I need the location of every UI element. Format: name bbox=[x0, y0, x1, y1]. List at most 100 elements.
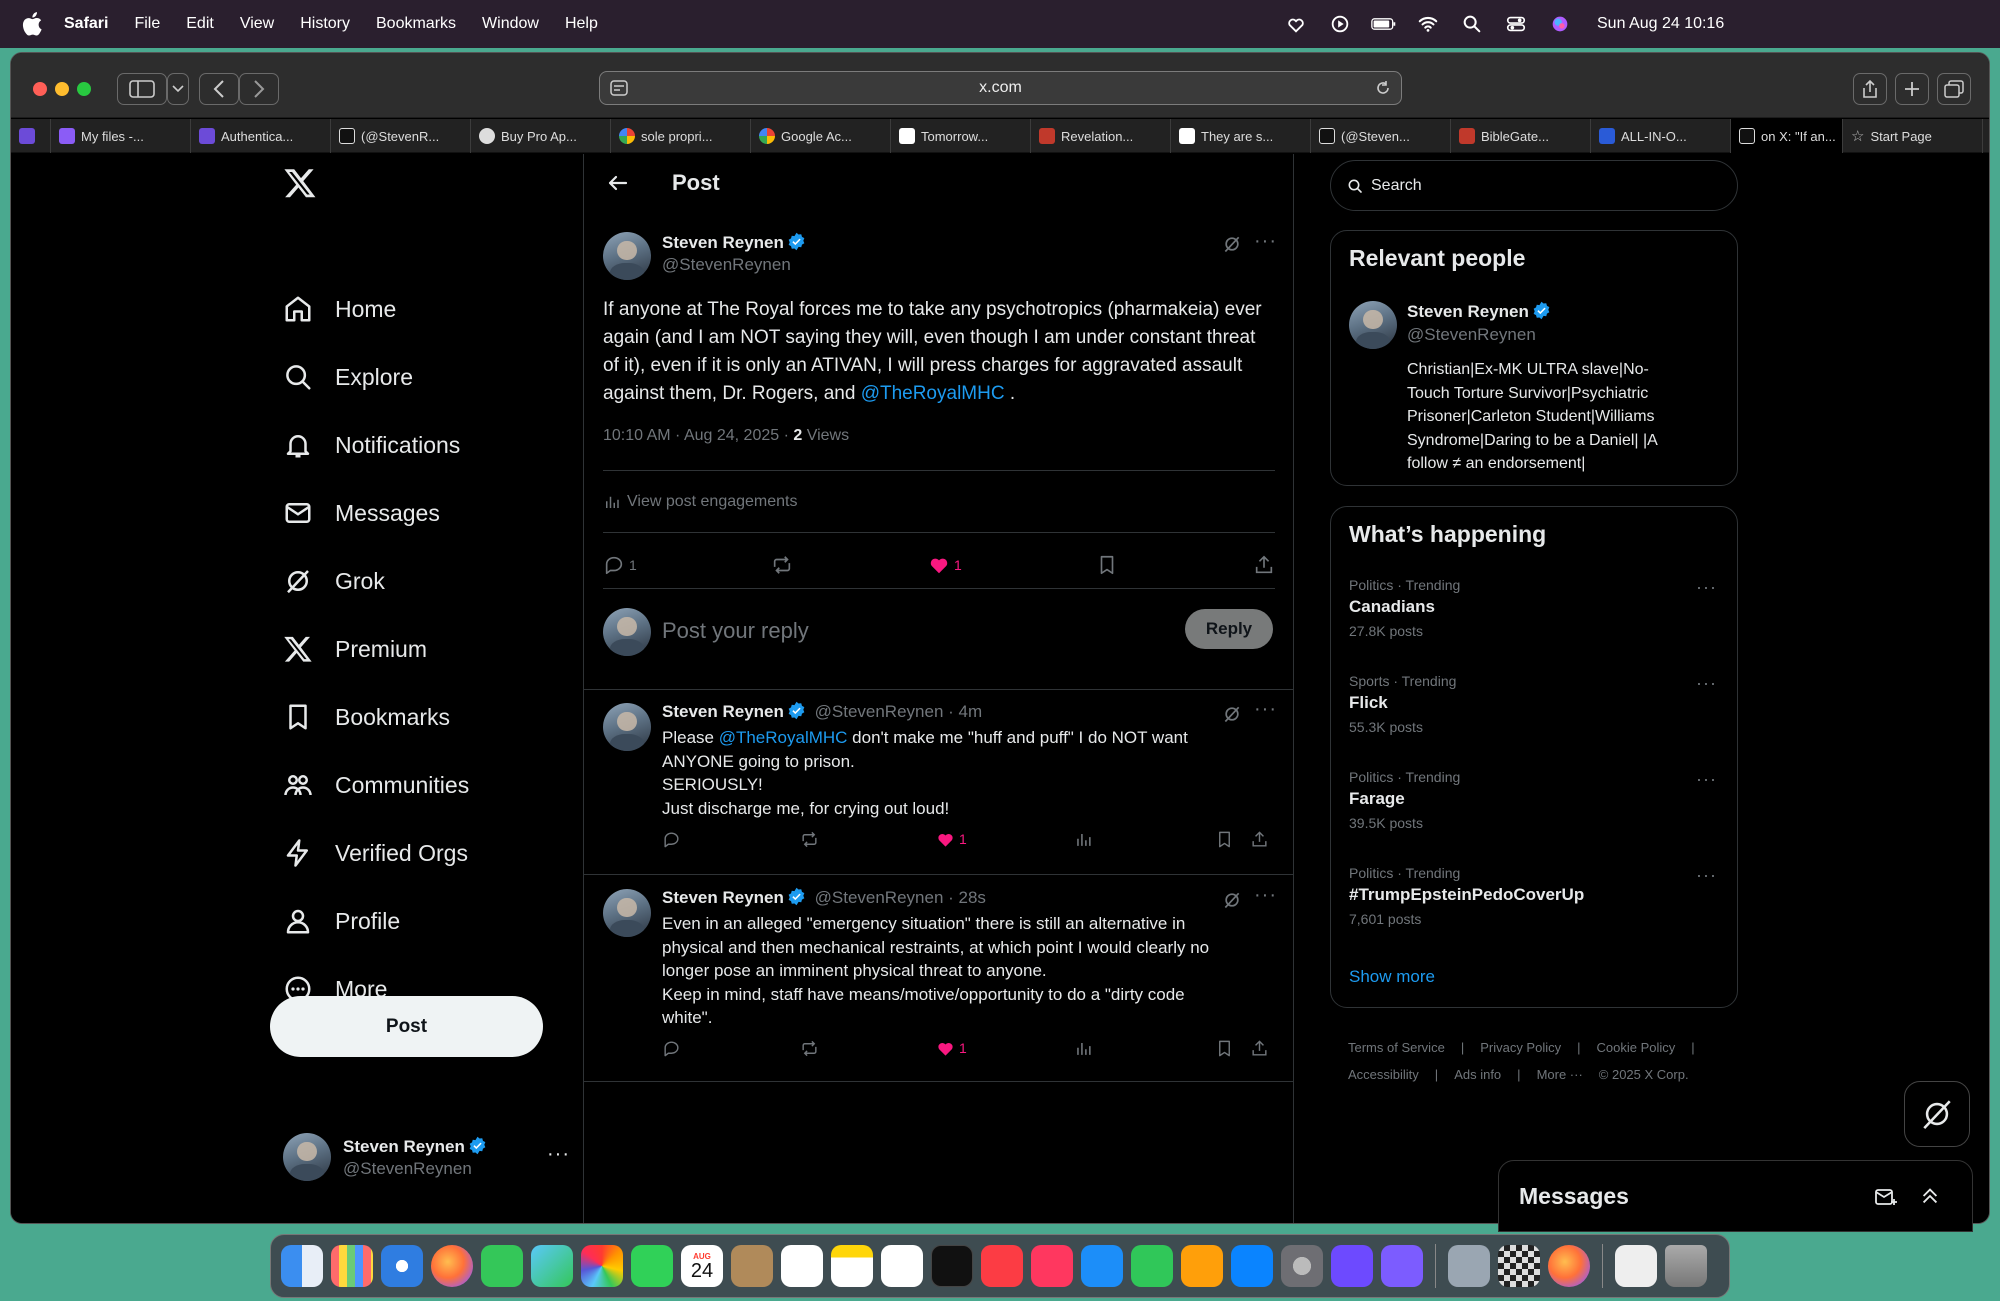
tab-current-post[interactable]: on X: "If an... bbox=[1731, 119, 1843, 153]
nav-profile[interactable]: Profile bbox=[283, 895, 400, 947]
sidebar-toggle-button[interactable] bbox=[117, 73, 167, 105]
footer-link[interactable]: Cookie Policy bbox=[1597, 1040, 1676, 1055]
new-message-icon[interactable] bbox=[1874, 1185, 1898, 1209]
repost-button[interactable] bbox=[771, 554, 793, 576]
music-app-icon[interactable] bbox=[981, 1245, 1023, 1287]
wifi-icon[interactable] bbox=[1415, 13, 1441, 35]
tab-sole-proprietor[interactable]: sole propri... bbox=[611, 119, 751, 153]
post-more-icon[interactable]: ··· bbox=[1254, 230, 1277, 253]
mention-link[interactable]: @TheRoyalMHC bbox=[861, 383, 1005, 404]
nav-grok[interactable]: Grok bbox=[283, 555, 385, 607]
trend-more-icon[interactable]: ··· bbox=[1696, 577, 1717, 598]
calendar-app-icon[interactable]: AUG 24 bbox=[681, 1245, 723, 1287]
keynote-app-icon[interactable] bbox=[1081, 1245, 1123, 1287]
menu-app-safari[interactable]: Safari bbox=[64, 15, 108, 33]
avatar[interactable] bbox=[1349, 301, 1397, 349]
close-window-button[interactable] bbox=[33, 82, 47, 96]
footer-link[interactable]: Privacy Policy bbox=[1480, 1040, 1561, 1055]
proton-vpn-app-icon[interactable] bbox=[1331, 1245, 1373, 1287]
numbers-app-icon[interactable] bbox=[1131, 1245, 1173, 1287]
notes-app-icon[interactable] bbox=[831, 1245, 873, 1287]
freeform-app-icon[interactable] bbox=[881, 1245, 923, 1287]
tab-group-dropdown[interactable] bbox=[167, 73, 189, 105]
finder-app-icon[interactable] bbox=[281, 1245, 323, 1287]
tab-x-profile[interactable]: (@StevenR... bbox=[331, 119, 471, 153]
repost-button[interactable] bbox=[800, 830, 819, 849]
reload-icon[interactable] bbox=[1375, 80, 1391, 96]
trend-item[interactable]: Politics · Trending Farage 39.5K posts ·… bbox=[1349, 769, 1721, 831]
grok-floating-button[interactable] bbox=[1904, 1081, 1970, 1147]
tab-pinned[interactable] bbox=[11, 119, 51, 153]
maps-app-icon[interactable] bbox=[531, 1245, 573, 1287]
grok-icon[interactable] bbox=[1222, 890, 1242, 910]
reply-input[interactable]: Post your reply bbox=[662, 618, 809, 644]
reply-button[interactable]: 1 bbox=[603, 554, 637, 576]
photos-app-icon[interactable] bbox=[581, 1245, 623, 1287]
messages-app-icon[interactable] bbox=[481, 1245, 523, 1287]
bookmark-button[interactable] bbox=[1215, 830, 1234, 849]
like-button[interactable]: 1 bbox=[936, 1039, 967, 1058]
repost-button[interactable] bbox=[800, 1039, 819, 1058]
play-circle-icon[interactable] bbox=[1327, 13, 1353, 35]
page-menu-icon[interactable] bbox=[610, 80, 628, 96]
like-button[interactable]: 1 bbox=[928, 554, 962, 576]
mention-link[interactable]: @TheRoyalMHC bbox=[719, 728, 848, 747]
reply-button[interactable] bbox=[662, 1039, 681, 1058]
avatar[interactable] bbox=[603, 232, 651, 280]
menu-edit[interactable]: Edit bbox=[186, 15, 214, 33]
tab-buy-pro[interactable]: Buy Pro Ap... bbox=[471, 119, 611, 153]
zoom-window-button[interactable] bbox=[77, 82, 91, 96]
footer-link[interactable]: Ads info bbox=[1454, 1067, 1501, 1082]
grok-icon[interactable] bbox=[1222, 704, 1242, 724]
views-button[interactable] bbox=[1074, 830, 1093, 849]
minimize-window-button[interactable] bbox=[55, 82, 69, 96]
menu-history[interactable]: History bbox=[300, 15, 350, 33]
trend-more-icon[interactable]: ··· bbox=[1696, 865, 1717, 886]
menu-clock[interactable]: Sun Aug 24 10:16 bbox=[1597, 15, 1724, 33]
tv-app-icon[interactable] bbox=[931, 1245, 973, 1287]
reply-author[interactable]: Steven Reynen @StevenReynen · 28s bbox=[662, 887, 986, 908]
back-button[interactable] bbox=[199, 73, 239, 105]
nav-communities[interactable]: Communities bbox=[283, 759, 469, 811]
share-button[interactable] bbox=[1853, 73, 1887, 105]
tab-revelation[interactable]: Revelation... bbox=[1031, 119, 1171, 153]
reply-button[interactable] bbox=[662, 830, 681, 849]
post-author[interactable]: Steven Reynen @StevenReynen bbox=[662, 232, 806, 275]
tab-they-are[interactable]: They are s... bbox=[1171, 119, 1311, 153]
reply-more-icon[interactable]: ··· bbox=[1254, 698, 1277, 721]
timestamp-text[interactable]: 10:10 AM · Aug 24, 2025 · bbox=[603, 427, 793, 444]
apple-icon[interactable] bbox=[18, 9, 48, 39]
avatar[interactable] bbox=[603, 703, 651, 751]
system-settings-app-icon[interactable] bbox=[1281, 1245, 1323, 1287]
control-center-icon[interactable] bbox=[1503, 13, 1529, 35]
trend-item[interactable]: Politics · Trending #TrumpEpsteinPedoCov… bbox=[1349, 865, 1721, 927]
nav-messages[interactable]: Messages bbox=[283, 487, 440, 539]
trend-more-icon[interactable]: ··· bbox=[1696, 769, 1717, 790]
x-logo-icon[interactable] bbox=[283, 166, 317, 200]
launchpad-app-icon[interactable] bbox=[331, 1245, 373, 1287]
app-store-app-icon[interactable] bbox=[1231, 1245, 1273, 1287]
show-more-link[interactable]: Show more bbox=[1349, 967, 1435, 987]
share-post-button[interactable] bbox=[1250, 1039, 1269, 1058]
new-tab-button[interactable] bbox=[1895, 73, 1929, 105]
vpn-heart-icon[interactable] bbox=[1283, 13, 1309, 35]
trend-item[interactable]: Sports · Trending Flick 55.3K posts ··· bbox=[1349, 673, 1721, 735]
tab-start-page[interactable]: ☆ Start Page bbox=[1843, 119, 1983, 153]
menu-bookmarks[interactable]: Bookmarks bbox=[376, 15, 456, 33]
nav-explore[interactable]: Explore bbox=[283, 351, 413, 403]
search-input[interactable]: Search bbox=[1330, 160, 1738, 211]
reply-button[interactable]: Reply bbox=[1185, 609, 1273, 649]
siri-icon[interactable] bbox=[1547, 13, 1573, 35]
menu-file[interactable]: File bbox=[134, 15, 160, 33]
reply-time[interactable]: · 28s bbox=[948, 888, 986, 907]
tab-x-steven[interactable]: (@Steven... bbox=[1311, 119, 1451, 153]
footer-link[interactable]: Terms of Service bbox=[1348, 1040, 1445, 1055]
contacts-app-icon[interactable] bbox=[731, 1245, 773, 1287]
spotlight-search-icon[interactable] bbox=[1459, 13, 1485, 35]
chess-app-icon[interactable] bbox=[1498, 1245, 1540, 1287]
footer-link[interactable]: Accessibility bbox=[1348, 1067, 1419, 1082]
chevron-double-up-icon[interactable] bbox=[1919, 1185, 1941, 1207]
nav-bookmarks[interactable]: Bookmarks bbox=[283, 691, 450, 743]
view-engagements-link[interactable]: View post engagements bbox=[603, 493, 797, 511]
proton-mail-app-icon[interactable] bbox=[1381, 1245, 1423, 1287]
